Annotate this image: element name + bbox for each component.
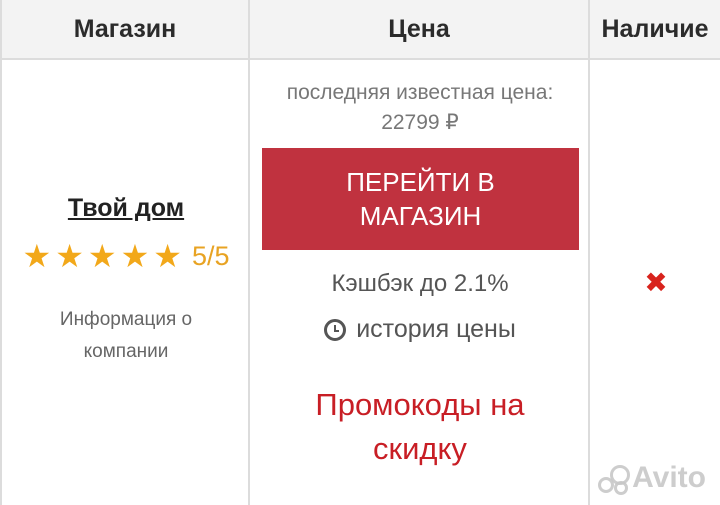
- rating-value: 5/5: [191, 240, 230, 271]
- shop-cell: Твой дом ★ ★ ★ ★ ★ 5/5 Информация о комп…: [2, 60, 250, 505]
- avito-watermark-text: Avito: [632, 461, 706, 494]
- promo-codes-label: Промокоды на скидку: [315, 387, 525, 466]
- shops-table: Магазин Цена Наличие Твой дом ★ ★ ★ ★ ★ …: [0, 0, 720, 505]
- last-price-label: последняя известная цена:: [286, 81, 554, 104]
- header-availability: Наличие: [590, 0, 720, 60]
- go-to-shop-label: ПЕРЕЙТИ В МАГАЗИН: [346, 167, 495, 231]
- cashback-text: Кэшбэк до 2.1%: [331, 270, 509, 297]
- promo-codes-link[interactable]: Промокоды на скидку: [250, 383, 590, 471]
- star-icon: ★: [120, 238, 150, 274]
- star-icon: ★: [153, 238, 182, 274]
- shop-rating: ★ ★ ★ ★ ★ 5/5: [2, 240, 250, 272]
- header-price: Цена: [250, 0, 590, 60]
- clock-icon: [324, 318, 347, 341]
- cross-icon: ✖: [644, 267, 668, 298]
- price-history-link[interactable]: история цены: [250, 315, 590, 344]
- price-cell: последняя известная цена: 22799 ₽ ПЕРЕЙТ…: [250, 60, 590, 505]
- go-to-shop-button[interactable]: ПЕРЕЙТИ В МАГАЗИН: [262, 148, 579, 250]
- price-history-label: история цены: [356, 315, 516, 343]
- header-shop: Магазин: [2, 0, 250, 60]
- avito-logo-icon: [598, 463, 631, 495]
- company-info-link[interactable]: Информация о компании: [22, 304, 230, 368]
- star-icon: ★: [55, 238, 84, 274]
- last-price-value: 22799 ₽: [381, 111, 459, 134]
- avito-watermark: Avito: [598, 461, 706, 495]
- shop-name-link[interactable]: Твой дом: [2, 194, 250, 223]
- star-icon: ★: [87, 238, 117, 274]
- star-icon: ★: [22, 238, 52, 274]
- availability-cell: ✖: [590, 60, 720, 505]
